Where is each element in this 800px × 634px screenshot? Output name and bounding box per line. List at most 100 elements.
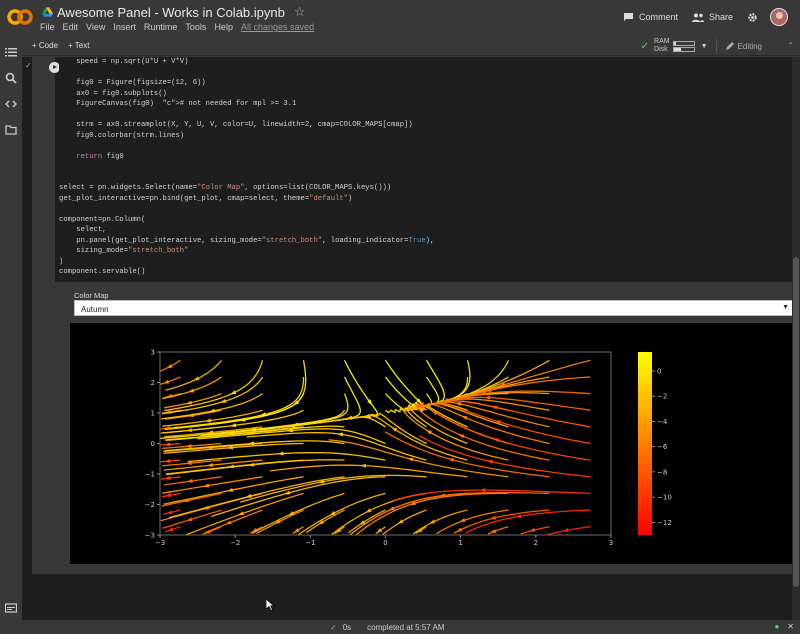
share-label: Share (708, 12, 733, 22)
streamline-arrow (164, 459, 171, 464)
streamline-arrow (186, 517, 193, 522)
colorbar-tick-label: −6 (657, 443, 668, 451)
mouse-cursor-icon (266, 599, 275, 611)
streamline-arrow (230, 390, 237, 395)
y-tick-label: 2 (151, 379, 155, 387)
streamline-arrow (458, 434, 465, 439)
streamline (160, 459, 181, 463)
streamline-arrow (187, 388, 195, 393)
streamline-arrow (248, 462, 255, 467)
resource-meters[interactable] (672, 40, 695, 53)
streamline (269, 464, 468, 478)
menu-edit[interactable]: Edit (63, 22, 79, 32)
y-tick-label: −2 (145, 501, 155, 509)
connected-check-icon: ✓ (640, 40, 650, 52)
code-cell-gutter (32, 57, 60, 282)
x-tick-label: −3 (155, 539, 165, 547)
add-text-button[interactable]: + Text (68, 41, 89, 50)
streamline-arrow (283, 490, 291, 495)
scrollbar-thumb[interactable] (793, 257, 799, 587)
disk-meter (672, 46, 695, 52)
notebook-area: ✓ speed = np.sqrt(U*U + V*V) fig0 = Figu… (22, 57, 792, 620)
ram-meter-fill (673, 41, 676, 45)
streamline-arrow (220, 399, 227, 403)
editing-mode-button[interactable]: Editing (725, 41, 762, 51)
colorbar-tick-label: −4 (657, 418, 668, 426)
code-line: pn.panel(get_plot_interactive, sizing_mo… (59, 236, 435, 245)
close-status-icon[interactable]: ✕ (787, 622, 794, 631)
streamline-arrow (461, 415, 468, 420)
google-drive-icon[interactable] (42, 7, 53, 17)
streamline-arrow (459, 518, 466, 523)
menu-file[interactable]: File (40, 22, 55, 32)
streamline-arrow (237, 511, 245, 516)
streamline (161, 476, 181, 480)
streamline-arrow (193, 376, 200, 381)
code-line: strm = ax0.streamplot(X, Y, U, V, color=… (59, 121, 413, 129)
streamplot-figure: −3 −2 −1 0 1 2 3 −3 −2 −1 0 1 2 3 0 −2 −4 −6 −8 −10 −12 (70, 323, 792, 564)
menu-view[interactable]: View (86, 22, 105, 32)
x-tick-label: 3 (609, 539, 613, 547)
search-icon[interactable] (5, 72, 17, 84)
code-line: get_plot_interactive=pn.bind(get_plot, c… (59, 194, 353, 203)
y-tick-label: −3 (145, 532, 155, 540)
colorbar (638, 352, 652, 535)
runtime-dropdown-icon[interactable]: ▼ (701, 43, 708, 50)
user-avatar[interactable] (770, 8, 788, 26)
editing-label: Editing (737, 41, 762, 51)
streamline-arrow (162, 379, 170, 384)
notebook-scrollbar[interactable] (792, 57, 800, 620)
connection-status-icon: ● (774, 622, 780, 631)
code-line: speed = np.sqrt(U*U + V*V) (59, 58, 189, 66)
save-status-link[interactable]: All changes saved (241, 22, 314, 32)
code-line: return fig0 (76, 152, 124, 161)
code-line: component.servable() (59, 268, 146, 276)
streamline-arrow (225, 520, 232, 525)
y-tick-label: −1 (145, 471, 155, 479)
menu-help[interactable]: Help (214, 22, 233, 32)
toolbar-divider (715, 39, 717, 53)
comment-button[interactable]: Comment (623, 12, 678, 22)
streamline-arrow (365, 508, 372, 513)
terminal-icon[interactable] (5, 602, 17, 614)
share-button[interactable]: Share (691, 12, 733, 22)
colab-logo-icon[interactable] (7, 7, 33, 27)
x-tick-label: 0 (383, 539, 387, 547)
menu-tools[interactable]: Tools (185, 22, 206, 32)
menu-runtime[interactable]: Runtime (144, 22, 178, 32)
files-folder-icon[interactable] (5, 124, 17, 136)
resource-labels[interactable]: RAM Disk (654, 38, 670, 54)
code-cell-editor[interactable]: speed = np.sqrt(U*U + V*V) fig0 = Figure… (59, 57, 792, 282)
notebook-title[interactable]: Awesome Panel - Works in Colab.ipynb (57, 5, 285, 20)
streamline (349, 492, 468, 536)
streamline-arrow (429, 519, 436, 525)
ram-meter (672, 40, 695, 46)
streamline-arrow (479, 488, 486, 493)
disk-label: Disk (654, 46, 668, 53)
code-line: ) (59, 257, 64, 266)
code-line: select = pn.widgets.Select(name="Color M… (59, 184, 392, 192)
x-tick-label: −1 (305, 539, 315, 547)
code-line: sizing_mode="stretch_both" (59, 247, 189, 255)
y-tick-label: 0 (151, 440, 155, 448)
star-icon[interactable]: ☆ (294, 4, 306, 20)
menu-insert[interactable]: Insert (113, 22, 136, 32)
streamline (162, 476, 263, 494)
code-snippets-icon[interactable] (5, 98, 17, 110)
collapse-header-icon[interactable]: ⌃ (787, 41, 794, 50)
color-map-select[interactable]: Autumn ▼ (74, 300, 792, 316)
table-of-contents-icon[interactable] (5, 46, 17, 58)
settings-gear-icon[interactable] (747, 12, 758, 23)
add-code-button[interactable]: + Code (32, 41, 58, 50)
streamline-arrow (206, 462, 214, 467)
pencil-icon (725, 41, 734, 50)
status-check-icon: ✓ (330, 623, 337, 632)
streamline (520, 526, 550, 535)
left-sidebar (0, 37, 22, 620)
streamline (319, 360, 379, 424)
comment-icon (623, 13, 633, 21)
select-dropdown-arrow-icon: ▼ (782, 304, 789, 311)
